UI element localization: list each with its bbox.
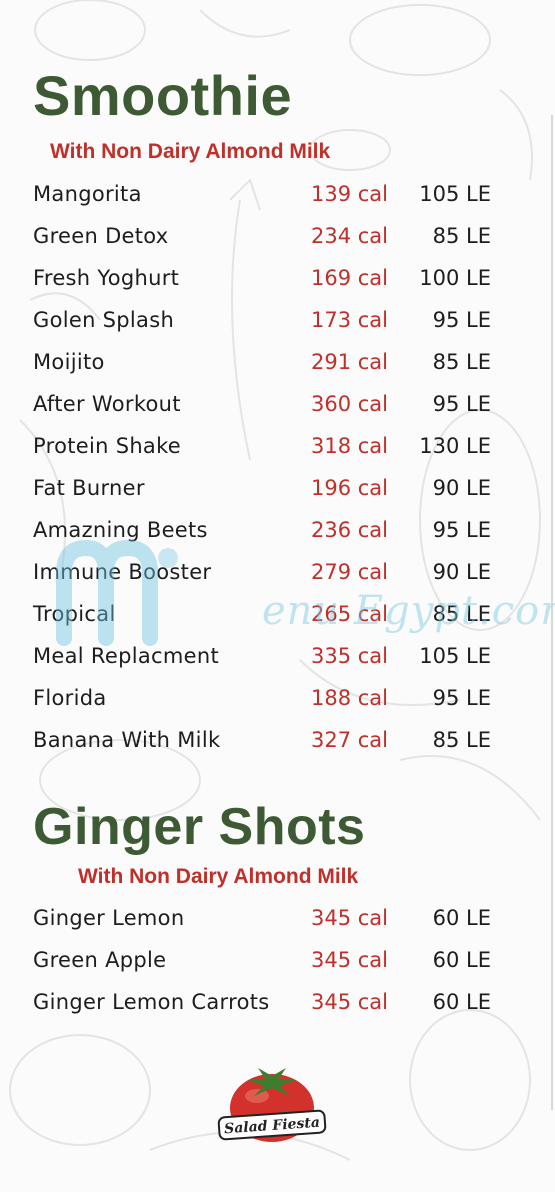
item-name: Moijito [33, 350, 105, 374]
item-calories: 236 cal [310, 518, 388, 542]
item-price: 95 LE [432, 518, 491, 542]
item-name: Fat Burner [33, 476, 145, 500]
smoothie-list: Mangorita 139 cal 105 LE Green Detox 234… [0, 174, 555, 762]
item-price: 85 LE [432, 728, 491, 752]
menu-item: Fresh Yoghurt 169 cal 100 LE [0, 258, 555, 300]
item-calories: 188 cal [310, 686, 388, 710]
section-title-smoothie: Smoothie [33, 64, 293, 127]
item-name: Golen Splash [33, 308, 175, 332]
menu-item: Banana With Milk 327 cal 85 LE [0, 720, 555, 762]
item-name: Ginger Lemon Carrots [33, 990, 270, 1014]
item-price: 85 LE [432, 224, 491, 248]
item-price: 95 LE [432, 686, 491, 710]
item-calories: 318 cal [310, 434, 388, 458]
menu-item: Mangorita 139 cal 105 LE [0, 174, 555, 216]
item-calories: 345 cal [310, 948, 388, 972]
menu-item: After Workout 360 cal 95 LE [0, 384, 555, 426]
item-calories: 196 cal [310, 476, 388, 500]
item-name: After Workout [33, 392, 181, 416]
item-price: 85 LE [432, 350, 491, 374]
item-name: Green Detox [33, 224, 169, 248]
item-price: 60 LE [432, 906, 491, 930]
item-name: Protein Shake [33, 434, 182, 458]
item-calories: 291 cal [310, 350, 388, 374]
menu-item: Golen Splash 173 cal 95 LE [0, 300, 555, 342]
item-price: 90 LE [432, 560, 491, 584]
item-calories: 345 cal [310, 990, 388, 1014]
item-calories: 335 cal [310, 644, 388, 668]
item-calories: 169 cal [310, 266, 388, 290]
item-price: 95 LE [432, 308, 491, 332]
salad-fiesta-logo: Salad Fiesta [217, 1068, 327, 1142]
item-calories: 345 cal [310, 906, 388, 930]
section-subtitle-ginger-shots: With Non Dairy Almond Milk [78, 865, 359, 888]
menu-item: Ginger Lemon 345 cal 60 LE [0, 898, 555, 940]
menu-item: Protein Shake 318 cal 130 LE [0, 426, 555, 468]
item-calories: 173 cal [310, 308, 388, 332]
item-name: Fresh Yoghurt [33, 266, 180, 290]
item-price: 100 LE [419, 266, 491, 290]
item-name: Banana With Milk [33, 728, 221, 752]
item-calories: 327 cal [310, 728, 388, 752]
item-price: 90 LE [432, 476, 491, 500]
item-calories: 360 cal [310, 392, 388, 416]
section-title-ginger-shots: Ginger Shots [33, 798, 366, 856]
item-price: 105 LE [419, 182, 491, 206]
item-calories: 139 cal [310, 182, 388, 206]
section-subtitle-smoothie: With Non Dairy Almond Milk [50, 140, 331, 163]
menu-item: Fat Burner 196 cal 90 LE [0, 468, 555, 510]
menu-item: Green Detox 234 cal 85 LE [0, 216, 555, 258]
watermark-text: enu Egypt.com [262, 588, 555, 634]
watermark-m-logo [56, 539, 178, 646]
item-name: Green Apple [33, 948, 167, 972]
item-name: Ginger Lemon [33, 906, 185, 930]
item-price: 105 LE [419, 644, 491, 668]
menu-item: Moijito 291 cal 85 LE [0, 342, 555, 384]
item-name: Mangorita [33, 182, 142, 206]
item-calories: 234 cal [310, 224, 388, 248]
menu-item: Ginger Lemon Carrots 345 cal 60 LE [0, 982, 555, 1024]
item-name: Florida [33, 686, 107, 710]
menu-item: Florida 188 cal 95 LE [0, 678, 555, 720]
item-price: 60 LE [432, 948, 491, 972]
item-price: 60 LE [432, 990, 491, 1014]
item-price: 130 LE [419, 434, 491, 458]
menu-item: Green Apple 345 cal 60 LE [0, 940, 555, 982]
ginger-shots-list: Ginger Lemon 345 cal 60 LE Green Apple 3… [0, 898, 555, 1024]
item-calories: 279 cal [310, 560, 388, 584]
item-price: 95 LE [432, 392, 491, 416]
